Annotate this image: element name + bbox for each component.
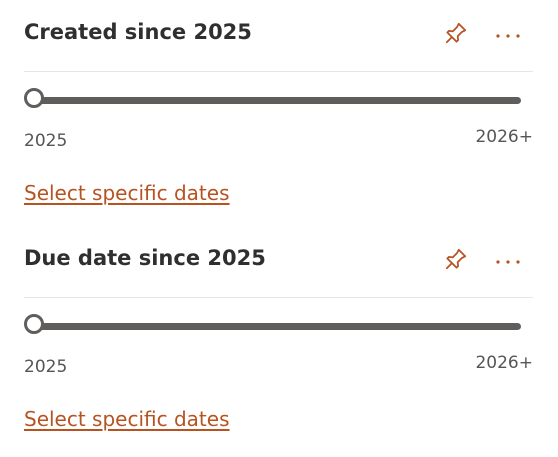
pin-button[interactable]	[441, 20, 471, 50]
filter-title: Due date since 2025	[24, 246, 266, 270]
date-range-slider-track[interactable]	[34, 97, 521, 104]
range-max-label: 2026+	[475, 127, 533, 147]
more-options-button[interactable]	[492, 20, 524, 50]
more-options-icon	[494, 26, 522, 45]
date-range-slider-track[interactable]	[34, 323, 521, 330]
filter-title: Created since 2025	[24, 20, 252, 44]
divider	[24, 297, 533, 298]
date-range-slider-thumb[interactable]	[24, 88, 44, 108]
select-specific-dates-link[interactable]: Select specific dates	[24, 406, 230, 432]
range-max-label: 2026+	[475, 353, 533, 373]
filter-card-created: Created since 2025 2025 2026+ Select spe…	[0, 0, 558, 226]
more-options-icon	[494, 252, 522, 271]
pin-icon	[443, 20, 469, 50]
date-range-slider-thumb[interactable]	[24, 314, 44, 334]
filter-card-due-date: Due date since 2025 2025 2026+ Select sp…	[0, 226, 558, 452]
pin-button[interactable]	[441, 246, 471, 276]
more-options-button[interactable]	[492, 246, 524, 276]
pin-icon	[443, 246, 469, 276]
select-specific-dates-link[interactable]: Select specific dates	[24, 180, 230, 206]
range-min-label: 2025	[24, 131, 68, 151]
divider	[24, 71, 533, 72]
range-min-label: 2025	[24, 357, 68, 377]
